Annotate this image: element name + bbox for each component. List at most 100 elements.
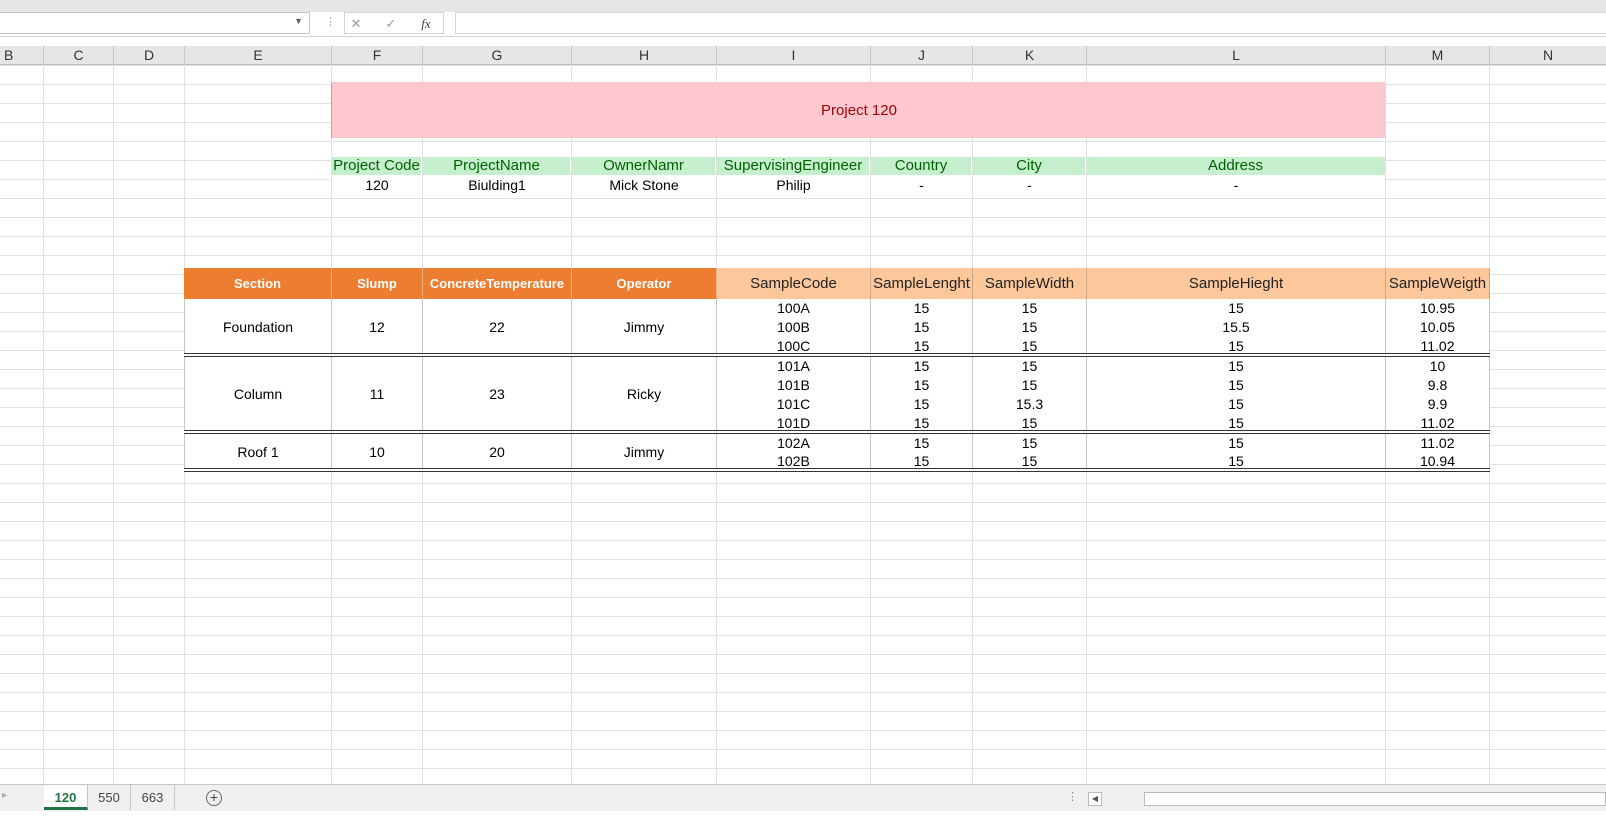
slump-cell[interactable]: 10 (332, 434, 423, 469)
name-box[interactable]: ▼ (0, 12, 310, 34)
tab-scroll-left-icon[interactable]: ▸ (2, 790, 7, 801)
sample-width-cell[interactable]: 15 (973, 318, 1087, 337)
column-header-b[interactable]: B (0, 46, 44, 65)
info-value-owner-name[interactable]: Mick Stone (572, 176, 716, 195)
slump-cell[interactable]: 11 (332, 357, 423, 431)
info-header-owner-name[interactable]: OwnerNamr (572, 157, 716, 175)
sample-code-cell[interactable]: 101A (717, 357, 871, 376)
operator-cell[interactable]: Jimmy (572, 434, 717, 469)
name-box-dropdown-icon[interactable]: ▼ (294, 16, 303, 26)
insert-function-icon[interactable]: fx (411, 14, 441, 34)
sample-weight-cell[interactable]: 10.05 (1386, 318, 1490, 337)
column-header-l[interactable]: L (1087, 46, 1386, 65)
column-header-j[interactable]: J (871, 46, 973, 65)
sample-weight-cell[interactable]: 11.02 (1386, 414, 1490, 431)
column-header-h[interactable]: H (572, 46, 717, 65)
add-sheet-icon[interactable]: + (206, 790, 222, 806)
sample-length-cell[interactable]: 15 (871, 434, 973, 451)
info-header-address[interactable]: Address (1087, 157, 1385, 175)
table-header-sample-width-label: SampleWidth (984, 275, 1075, 292)
sample-height-cell[interactable]: 15 (1087, 376, 1386, 395)
sample-height-cell[interactable]: 15 (1087, 414, 1386, 431)
horizontal-scrollbar[interactable] (1144, 792, 1606, 806)
sample-width-cell[interactable]: 15 (973, 357, 1087, 376)
formula-input[interactable] (455, 12, 1606, 34)
temperature-cell[interactable]: 23 (423, 357, 572, 431)
sample-height-cell[interactable]: 15 (1087, 395, 1386, 414)
info-header-supervising-engineer[interactable]: SupervisingEngineer (717, 157, 870, 175)
column-header-e[interactable]: E (185, 46, 332, 65)
info-value-project-name[interactable]: Biulding1 (423, 176, 571, 195)
sample-width-cell[interactable]: 15 (973, 299, 1087, 318)
sample-length-cell[interactable]: 15 (871, 414, 973, 431)
sample-code-cell[interactable]: 100B (717, 318, 871, 337)
column-header-g[interactable]: G (423, 46, 572, 65)
section-cell[interactable]: Column (184, 357, 332, 431)
slump-cell[interactable]: 12 (332, 299, 423, 355)
sample-code-cell[interactable]: 101D (717, 414, 871, 431)
sample-width-cell[interactable]: 15 (973, 376, 1087, 395)
info-value-city[interactable]: - (973, 176, 1086, 195)
sample-weight-cell[interactable]: 10 (1386, 357, 1490, 376)
sample-width-cell[interactable]: 15.3 (973, 395, 1087, 414)
sample-code-cell[interactable]: 101B (717, 376, 871, 395)
column-header-d[interactable]: D (114, 46, 185, 65)
temperature-cell[interactable]: 22 (423, 299, 572, 355)
enter-icon[interactable]: ✓ (376, 14, 406, 34)
sheet-tab-663[interactable]: 663 (131, 785, 175, 810)
info-value-address[interactable]: - (1087, 176, 1385, 195)
formula-bar-grip-icon[interactable]: ⋮ (325, 15, 336, 28)
table-header-sample-width[interactable]: SampleWidth (973, 268, 1087, 299)
info-header-city[interactable]: City (973, 157, 1086, 175)
sample-height-cell[interactable]: 15 (1087, 434, 1386, 451)
sample-length-cell[interactable]: 15 (871, 357, 973, 376)
table-header-operator[interactable]: Operator (572, 268, 717, 299)
info-value-country[interactable]: - (871, 176, 972, 195)
tab-splitter-icon[interactable]: ⋮ (1067, 790, 1078, 803)
info-header-country[interactable]: Country (871, 157, 972, 175)
sample-length-cell[interactable]: 15 (871, 318, 973, 337)
sample-length-cell[interactable]: 15 (871, 299, 973, 318)
info-value-project-code[interactable]: 120 (332, 176, 422, 195)
cancel-icon[interactable]: ✕ (341, 14, 371, 34)
sample-weight-cell[interactable]: 9.8 (1386, 376, 1490, 395)
column-header-f[interactable]: F (332, 46, 423, 65)
table-header-section[interactable]: Section (184, 268, 332, 299)
table-header-sample-height[interactable]: SampleHieght (1087, 268, 1386, 299)
sample-code-cell[interactable]: 100A (717, 299, 871, 318)
table-header-sample-code[interactable]: SampleCode (717, 268, 871, 299)
sample-length-cell[interactable]: 15 (871, 395, 973, 414)
sample-height-cell[interactable]: 15 (1087, 299, 1386, 318)
sample-length-cell[interactable]: 15 (871, 376, 973, 395)
sample-weight-cell[interactable]: 10.95 (1386, 299, 1490, 318)
sample-width-cell[interactable]: 15 (973, 414, 1087, 431)
sample-height-cell[interactable]: 15 (1087, 357, 1386, 376)
section-cell[interactable]: Roof 1 (184, 434, 332, 469)
sample-width-cell[interactable]: 15 (973, 434, 1087, 451)
info-header-project-name[interactable]: ProjectName (423, 157, 571, 175)
table-header-concrete-temperature[interactable]: ConcreteTemperature (423, 268, 572, 299)
column-header-c[interactable]: C (44, 46, 114, 65)
sample-weight-cell[interactable]: 9.9 (1386, 395, 1490, 414)
sample-code-cell[interactable]: 101C (717, 395, 871, 414)
table-header-sample-length[interactable]: SampleLenght (871, 268, 973, 299)
project-title-cell[interactable]: Project 120 (331, 82, 1386, 138)
info-header-project-code[interactable]: Project Code (332, 157, 422, 175)
column-header-n[interactable]: N (1490, 46, 1606, 65)
sample-code-cell[interactable]: 102A (717, 434, 871, 451)
column-header-m[interactable]: M (1386, 46, 1490, 65)
sample-weight-cell[interactable]: 11.02 (1386, 434, 1490, 451)
column-header-i[interactable]: I (717, 46, 871, 65)
table-header-slump[interactable]: Slump (332, 268, 423, 299)
temperature-cell[interactable]: 20 (423, 434, 572, 469)
operator-cell[interactable]: Jimmy (572, 299, 717, 355)
section-cell[interactable]: Foundation (184, 299, 332, 355)
sheet-tab-120[interactable]: 120 (44, 785, 88, 810)
table-header-sample-weight[interactable]: SampleWeigth (1386, 268, 1490, 299)
column-header-k[interactable]: K (973, 46, 1087, 65)
operator-cell[interactable]: Ricky (572, 357, 717, 431)
sheet-tab-550[interactable]: 550 (88, 785, 131, 810)
scroll-left-icon[interactable]: ◀ (1088, 792, 1102, 806)
info-value-supervising-engineer[interactable]: Philip (717, 176, 870, 195)
sample-height-cell[interactable]: 15.5 (1087, 318, 1386, 337)
